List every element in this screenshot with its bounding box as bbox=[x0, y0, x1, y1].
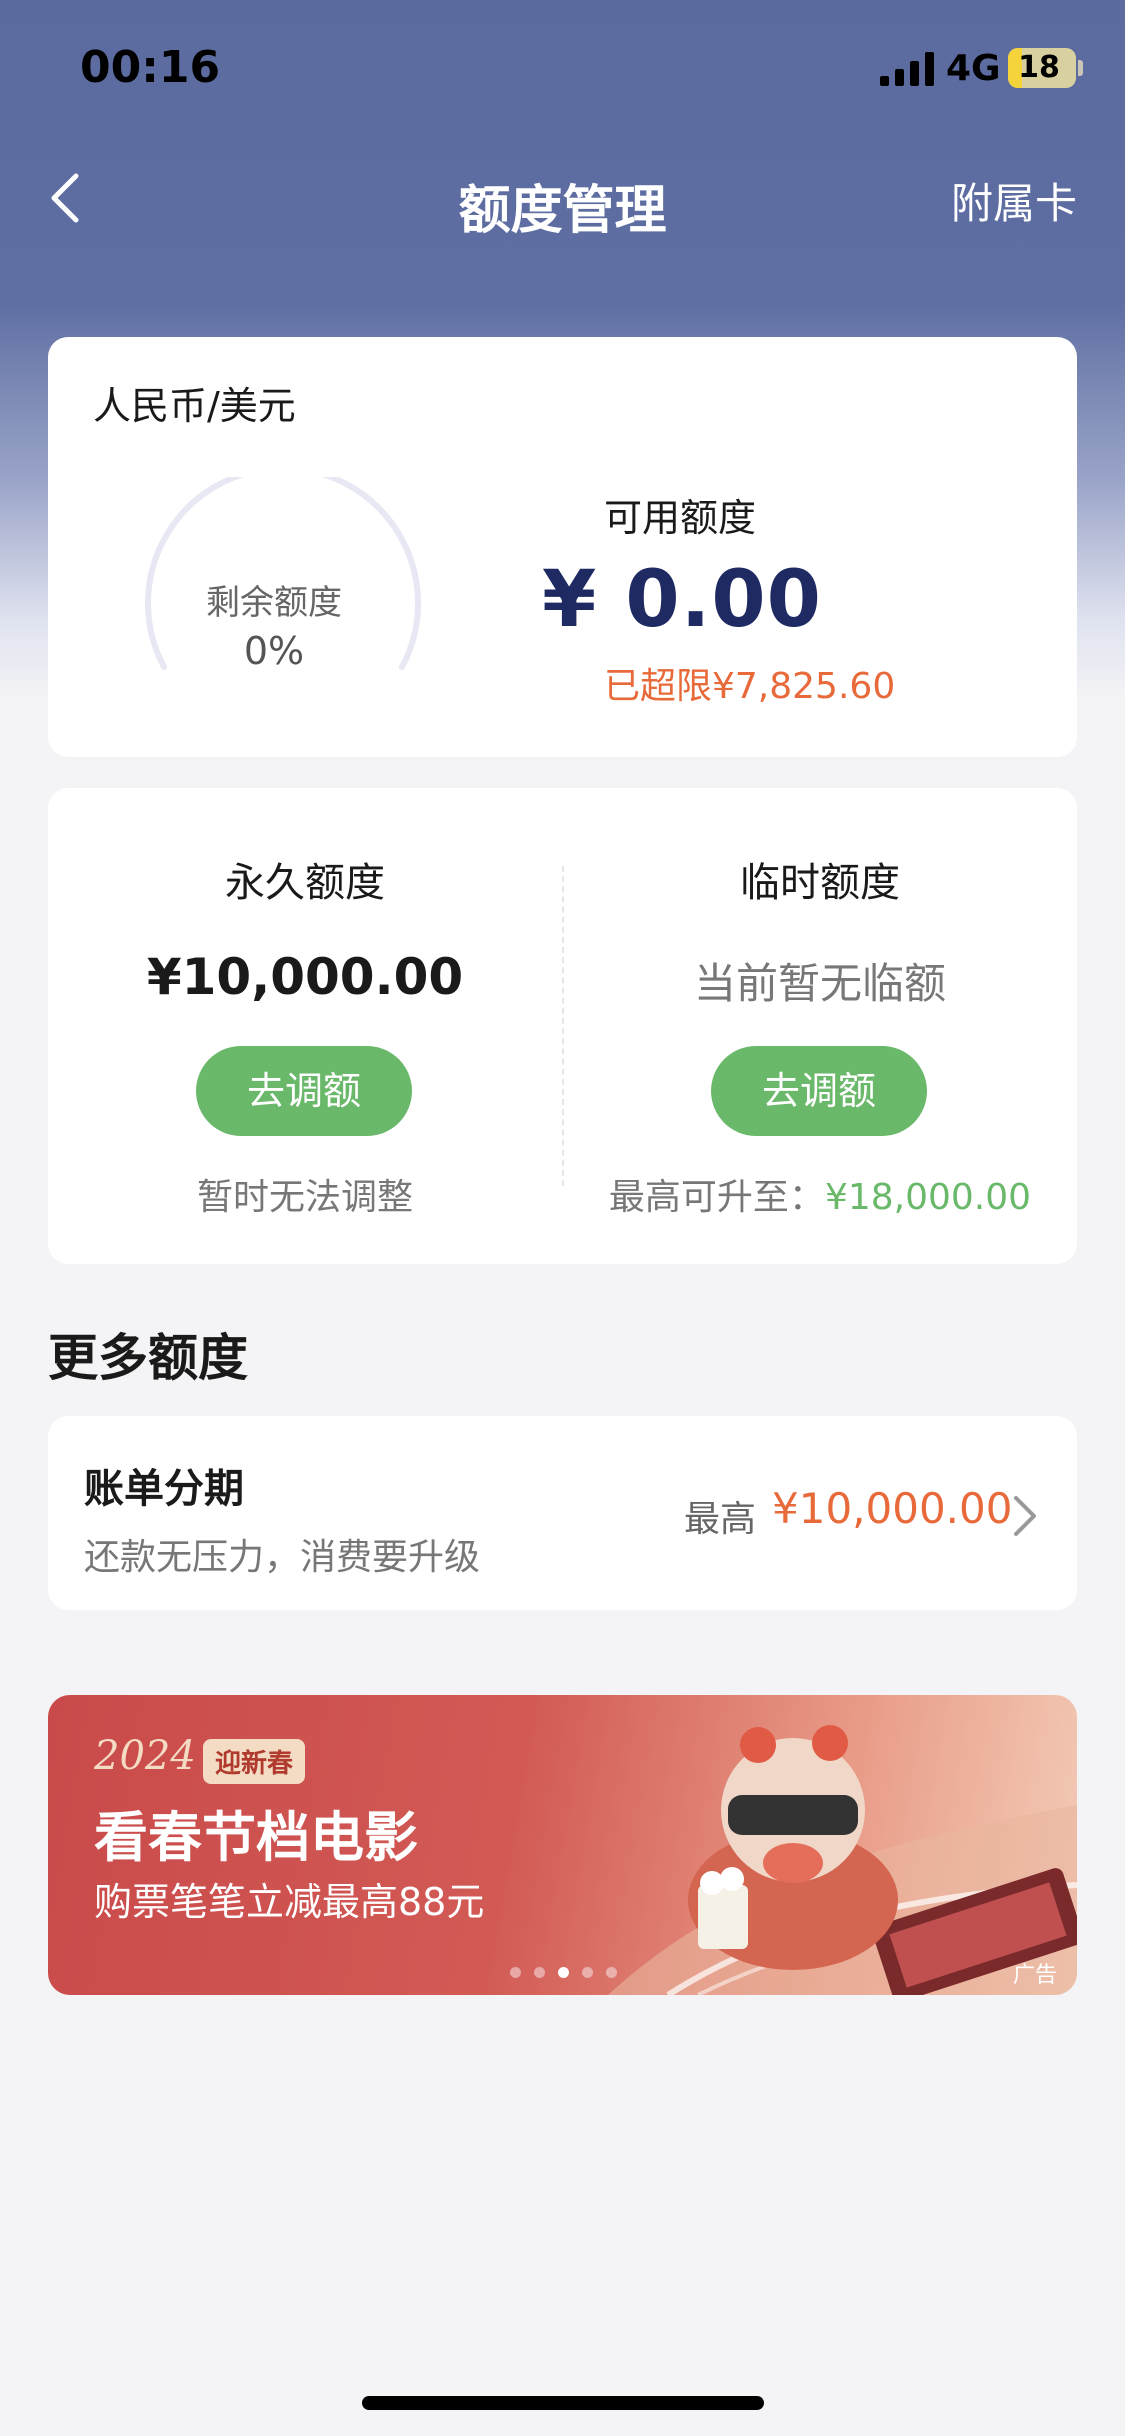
temporary-quota: 临时额度 当前暂无临额 去调额 最高可升至：¥18,000.00 bbox=[563, 788, 1077, 1264]
temporary-max-amount: ¥18,000.00 bbox=[824, 1177, 1032, 1218]
over-limit-text: 已超限¥7,825.60 bbox=[604, 666, 896, 707]
status-time: 00:16 bbox=[80, 42, 221, 93]
installment-subtitle: 还款无压力，消费要升级 bbox=[84, 1537, 481, 1578]
home-indicator[interactable] bbox=[362, 2396, 764, 2410]
temporary-note-prefix: 最高可升至： bbox=[608, 1177, 825, 1218]
nav-bar: 额度管理 附属卡 bbox=[0, 150, 1125, 250]
banner-subtitle: 购票笔笔立减最高88元 bbox=[94, 1880, 485, 1924]
chevron-left-icon[interactable] bbox=[46, 168, 86, 228]
network-type: 4G bbox=[946, 48, 1001, 89]
temporary-quota-note: 最高可升至：¥18,000.00 bbox=[563, 1168, 1077, 1220]
installment-title: 账单分期 bbox=[84, 1466, 244, 1512]
carousel-dots bbox=[510, 1963, 630, 1978]
gauge-value: 0% bbox=[243, 629, 305, 673]
available-limit-amount: ¥ 0.00 bbox=[542, 555, 822, 645]
carousel-dot[interactable] bbox=[558, 1967, 569, 1978]
chevron-right-icon bbox=[1014, 1496, 1036, 1536]
signal-icon bbox=[880, 52, 934, 86]
permanent-quota-note: 暂时无法调整 bbox=[196, 1177, 413, 1218]
dragon-mascot-illustration bbox=[608, 1725, 1077, 1995]
permanent-quota: 永久额度 ¥10,000.00 去调额 暂时无法调整 bbox=[48, 788, 562, 1264]
available-limit-label: 可用额度 bbox=[604, 496, 757, 540]
temporary-quota-status: 当前暂无临额 bbox=[693, 959, 946, 1008]
battery-tip bbox=[1078, 60, 1083, 76]
banner-badge: 迎新春 bbox=[203, 1739, 306, 1784]
status-bar: 00:16 4G 18 bbox=[0, 0, 1125, 132]
permanent-quota-amount: ¥10,000.00 bbox=[146, 948, 464, 1006]
carousel-dot[interactable] bbox=[582, 1967, 593, 1978]
more-limits-title: 更多额度 bbox=[48, 1329, 248, 1387]
installment-prefix: 最高 bbox=[684, 1499, 757, 1540]
carousel-dot[interactable] bbox=[534, 1967, 545, 1978]
battery-percent: 18 bbox=[1018, 50, 1060, 85]
carousel-dot[interactable] bbox=[510, 1967, 521, 1978]
quota-card: 永久额度 ¥10,000.00 去调额 暂时无法调整 临时额度 当前暂无临额 去… bbox=[48, 788, 1077, 1264]
gauge-label: 剩余额度 bbox=[206, 583, 342, 623]
battery-icon: 18 bbox=[1008, 48, 1076, 88]
banner-year: 2024 bbox=[94, 1733, 196, 1779]
available-limit-card: 人民币/美元 剩余额度 0% 可用额度 ¥ 0.00 已超限¥7,825.60 bbox=[48, 337, 1077, 757]
currency-label: 人民币/美元 bbox=[93, 384, 296, 428]
installment-amount: ¥10,000.00 bbox=[772, 1484, 1013, 1533]
ad-label: 广告 bbox=[1012, 1963, 1057, 1988]
temporary-adjust-button[interactable]: 去调额 bbox=[711, 1046, 927, 1136]
supplementary-card-link[interactable]: 附属卡 bbox=[951, 170, 1077, 231]
permanent-quota-title: 永久额度 bbox=[225, 860, 385, 906]
temporary-quota-title: 临时额度 bbox=[740, 860, 900, 906]
banner-title: 看春节档电影 bbox=[94, 1806, 418, 1869]
bill-installment-row[interactable]: 账单分期 还款无压力，消费要升级 最高 ¥10,000.00 bbox=[48, 1416, 1077, 1610]
carousel-dot[interactable] bbox=[606, 1967, 617, 1978]
promo-banner[interactable]: 2024 迎新春 看春节档电影 购票笔笔立减最高88元 广告 bbox=[48, 1695, 1077, 1995]
permanent-adjust-button[interactable]: 去调额 bbox=[196, 1046, 412, 1136]
